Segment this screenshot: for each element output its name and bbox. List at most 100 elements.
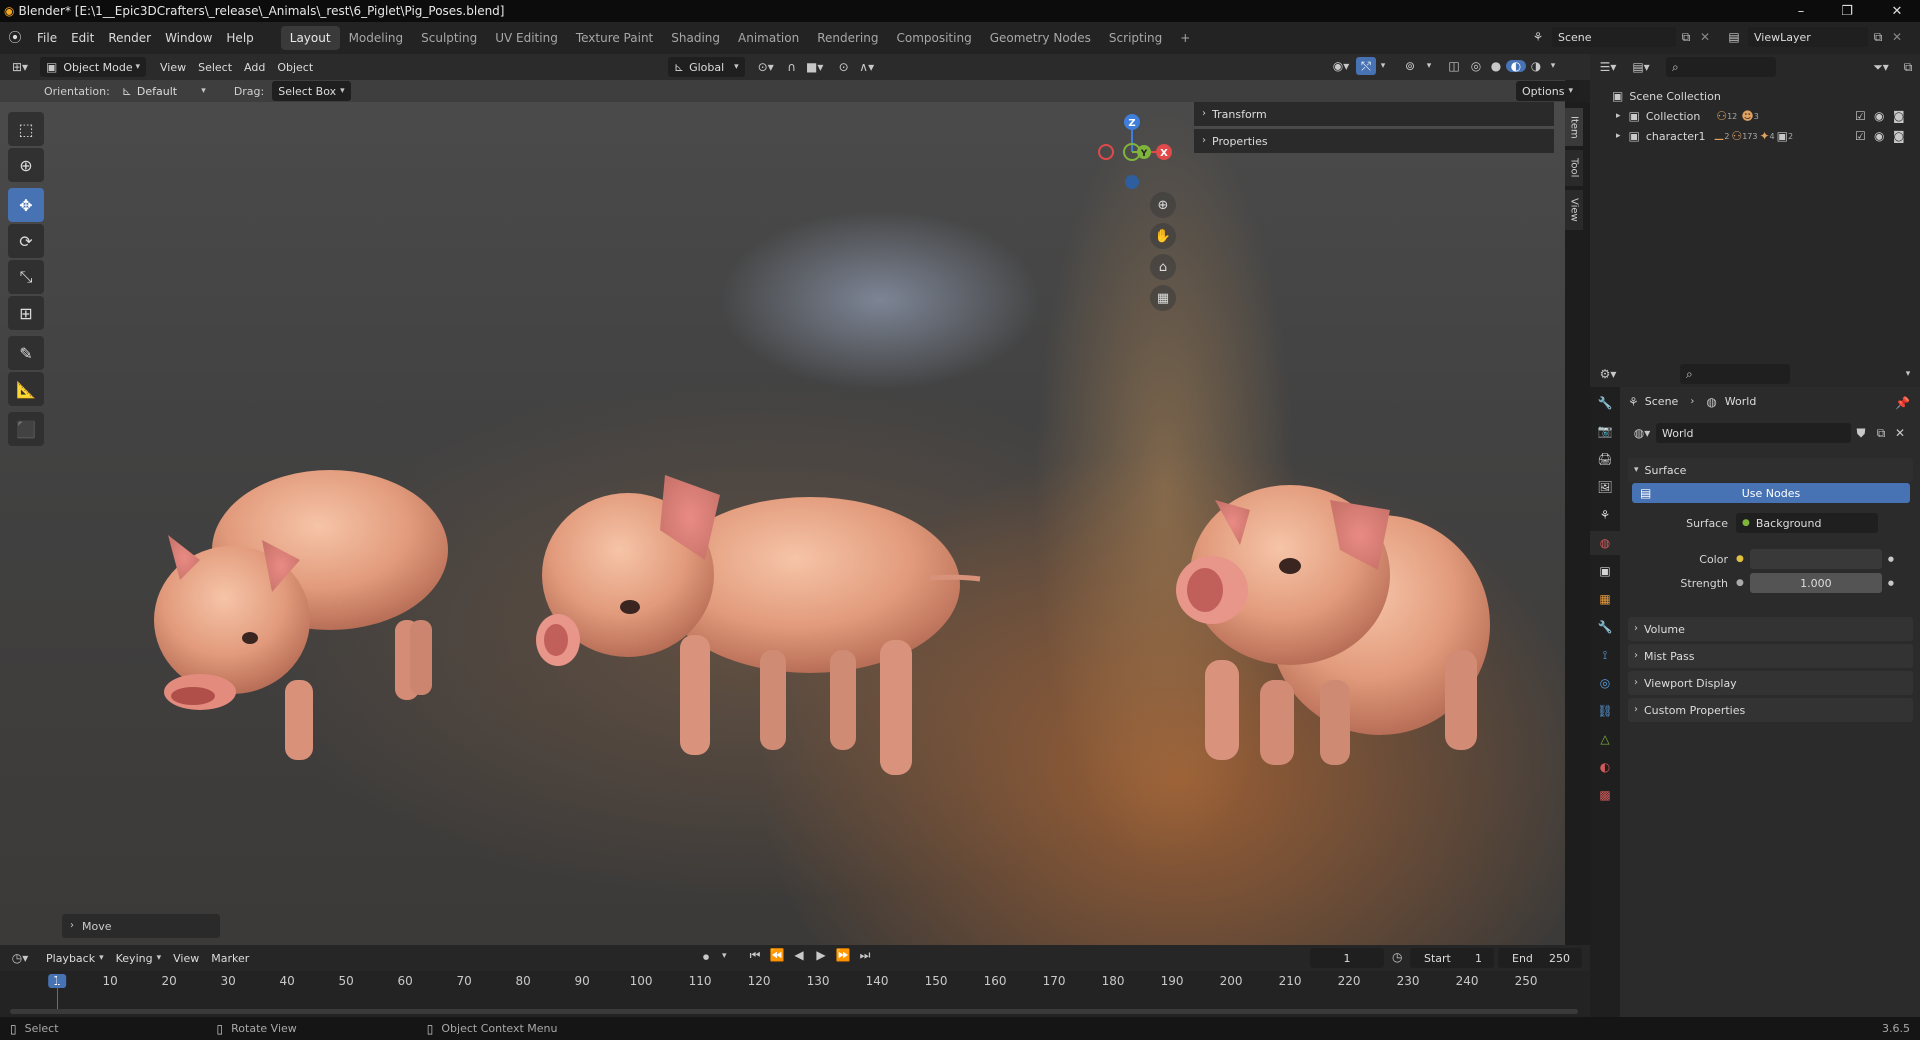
output-tab-icon[interactable]: 🖨 — [1590, 447, 1620, 471]
n-panel-transform[interactable]: › Transform — [1194, 102, 1554, 126]
object-tab-icon[interactable]: ▦ — [1590, 587, 1620, 611]
tab-compositing[interactable]: Compositing — [887, 26, 980, 50]
play-icon[interactable]: ▶ — [812, 949, 830, 961]
maximize-button[interactable]: ❐ — [1824, 0, 1870, 22]
camera-view-icon[interactable]: ⌂ — [1150, 254, 1176, 280]
drag-selector[interactable]: Select Box ▾ — [272, 81, 351, 101]
snap-target-icon[interactable]: ■▾ — [803, 61, 827, 73]
last-operator-panel[interactable]: › Move — [62, 914, 220, 938]
menu-edit[interactable]: Edit — [64, 26, 101, 50]
n-tab-tool[interactable]: Tool — [1565, 150, 1583, 186]
editor-type-icon[interactable]: ⊞▾ — [0, 61, 40, 73]
n-tab-item[interactable]: Item — [1565, 108, 1583, 146]
add-workspace-button[interactable]: + — [1171, 26, 1199, 50]
keyframe-dot-icon[interactable]: ● — [1888, 555, 1894, 563]
tab-layout[interactable]: Layout — [280, 26, 340, 50]
transform-tool-icon[interactable]: ⊞ — [8, 296, 44, 330]
menu-object[interactable]: Object — [271, 57, 319, 77]
preview-range-icon[interactable]: ◷ — [1392, 951, 1402, 963]
outliner-editor-icon[interactable]: ☰▾ — [1590, 61, 1626, 73]
outliner-item-collection[interactable]: ▸ ▣ Collection ⚇ 12 ☻ 3 ☑ ◉ ◙ — [1590, 106, 1920, 126]
minimize-button[interactable]: – — [1778, 0, 1824, 22]
new-scene-icon[interactable]: ⧉ — [1676, 31, 1696, 43]
add-cube-tool-icon[interactable]: ⬛ — [8, 412, 44, 446]
overlays-options-icon[interactable]: ▾ — [1422, 61, 1436, 71]
outliner-search[interactable]: ⌕ — [1666, 57, 1776, 77]
use-nodes-button[interactable]: ▤ Use Nodes — [1632, 483, 1910, 503]
mode-selector[interactable]: ▣ Object Mode ▾ — [40, 57, 146, 77]
tab-rendering[interactable]: Rendering — [808, 26, 887, 50]
menu-window[interactable]: Window — [158, 26, 219, 50]
current-frame-field[interactable]: 1 — [1310, 948, 1384, 968]
overlays-icon[interactable]: ⊚ — [1398, 60, 1422, 72]
falloff-icon[interactable]: ∧▾ — [855, 61, 879, 73]
particles-tab-icon[interactable]: ⟟ — [1590, 643, 1620, 667]
zoom-icon[interactable]: ⊕ — [1150, 192, 1176, 218]
unlink-world-icon[interactable]: ✕ — [1891, 427, 1909, 439]
tab-texture-paint[interactable]: Texture Paint — [567, 26, 662, 50]
fake-user-icon[interactable]: ⛊ — [1851, 427, 1871, 439]
strength-field[interactable]: 1.000 — [1749, 573, 1882, 593]
view-layer-tab-icon[interactable]: 🖼 — [1590, 475, 1620, 499]
gizmo-neg-x[interactable] — [1098, 144, 1114, 160]
delete-scene-icon[interactable]: ✕ — [1696, 31, 1714, 43]
view-layer-selector[interactable]: ViewLayer — [1748, 27, 1868, 47]
tab-uv-editing[interactable]: UV Editing — [486, 26, 567, 50]
menu-render[interactable]: Render — [101, 26, 158, 50]
rotate-tool-icon[interactable]: ⟳ — [8, 224, 44, 258]
measure-tool-icon[interactable]: 📐 — [8, 372, 44, 406]
material-tab-icon[interactable]: ◐ — [1590, 755, 1620, 779]
solid-shading-icon[interactable]: ● — [1486, 60, 1506, 72]
physics-tab-icon[interactable]: ◎ — [1590, 671, 1620, 695]
scene-icon[interactable]: ⚘ — [1524, 31, 1552, 43]
n-tab-view[interactable]: View — [1565, 190, 1583, 230]
menu-select[interactable]: Select — [192, 57, 238, 77]
annotate-tool-icon[interactable]: ✎ — [8, 336, 44, 370]
display-mode-icon[interactable]: ▤▾ — [1626, 61, 1656, 73]
visibility-icon[interactable]: ◉▾ — [1326, 60, 1356, 72]
properties-editor-icon[interactable]: ⚙▾ — [1590, 368, 1626, 380]
pig-model-right[interactable] — [1176, 485, 1490, 765]
menu-add[interactable]: Add — [238, 57, 271, 77]
custom-properties-section[interactable]: › Custom Properties — [1628, 698, 1913, 722]
outliner-item-character1[interactable]: ▸ ▣ character1 ⚊ 2 ⚇ 173 ✦ 4 ▣ 2 ☑ ◉ ◙ — [1590, 126, 1920, 146]
tab-animation[interactable]: Animation — [729, 26, 808, 50]
eye-icon[interactable]: ◉ — [1874, 130, 1884, 142]
color-field[interactable] — [1749, 549, 1882, 569]
data-tab-icon[interactable]: △ — [1590, 727, 1620, 751]
frame-ruler[interactable]: 1102030405060708090100110120130140150160… — [0, 974, 1590, 992]
chevron-down-icon[interactable]: ▾ — [722, 952, 727, 961]
camera-icon[interactable]: ◙ — [1893, 130, 1905, 142]
mist-pass-section[interactable]: › Mist Pass — [1628, 644, 1913, 668]
outliner-scene-collection[interactable]: ▣ Scene Collection — [1590, 86, 1920, 106]
pin-icon[interactable]: 📌 — [1895, 397, 1910, 409]
end-frame-field[interactable]: End 250 — [1498, 948, 1582, 968]
select-box-tool-icon[interactable]: ⬚ — [8, 112, 44, 146]
surface-shader-selector[interactable]: ● Background — [1736, 513, 1878, 533]
constraints-tab-icon[interactable]: ⛓ — [1590, 699, 1620, 723]
modifiers-tab-icon[interactable]: 🔧 — [1590, 615, 1620, 639]
gizmo-neg-z[interactable] — [1125, 175, 1139, 189]
tab-scripting[interactable]: Scripting — [1100, 26, 1171, 50]
start-frame-field[interactable]: Start 1 — [1410, 948, 1494, 968]
proportional-edit-icon[interactable]: ⊙ — [833, 61, 855, 73]
world-datablock[interactable]: World — [1656, 423, 1851, 443]
pig-model-center[interactable] — [536, 475, 981, 775]
checkbox-icon[interactable]: ☑ — [1855, 130, 1866, 142]
next-keyframe-icon[interactable]: ⏩ — [834, 949, 852, 961]
move-tool-icon[interactable]: ✥ — [8, 188, 44, 222]
tab-modeling[interactable]: Modeling — [340, 26, 413, 50]
gizmo-toggle-icon[interactable]: ⤲ — [1356, 57, 1376, 75]
tab-sculpting[interactable]: Sculpting — [412, 26, 486, 50]
gizmo-options-icon[interactable]: ▾ — [1376, 61, 1390, 71]
scene-tab-icon[interactable]: ⚘ — [1590, 503, 1620, 527]
chevron-down-icon[interactable]: ▾ — [1896, 369, 1920, 379]
eye-icon[interactable]: ◉ — [1874, 110, 1884, 122]
menu-playback[interactable]: Playback ▾ — [40, 948, 110, 968]
jump-end-icon[interactable]: ⏭ — [856, 949, 874, 961]
orientation-selector[interactable]: ⊾ Default ▾ — [116, 81, 212, 101]
timeline-scrollbar[interactable] — [10, 1009, 1578, 1014]
perspective-grid-icon[interactable]: ▦ — [1150, 285, 1176, 311]
menu-keying[interactable]: Keying ▾ — [110, 948, 167, 968]
xray-icon[interactable]: ◫ — [1442, 60, 1466, 72]
